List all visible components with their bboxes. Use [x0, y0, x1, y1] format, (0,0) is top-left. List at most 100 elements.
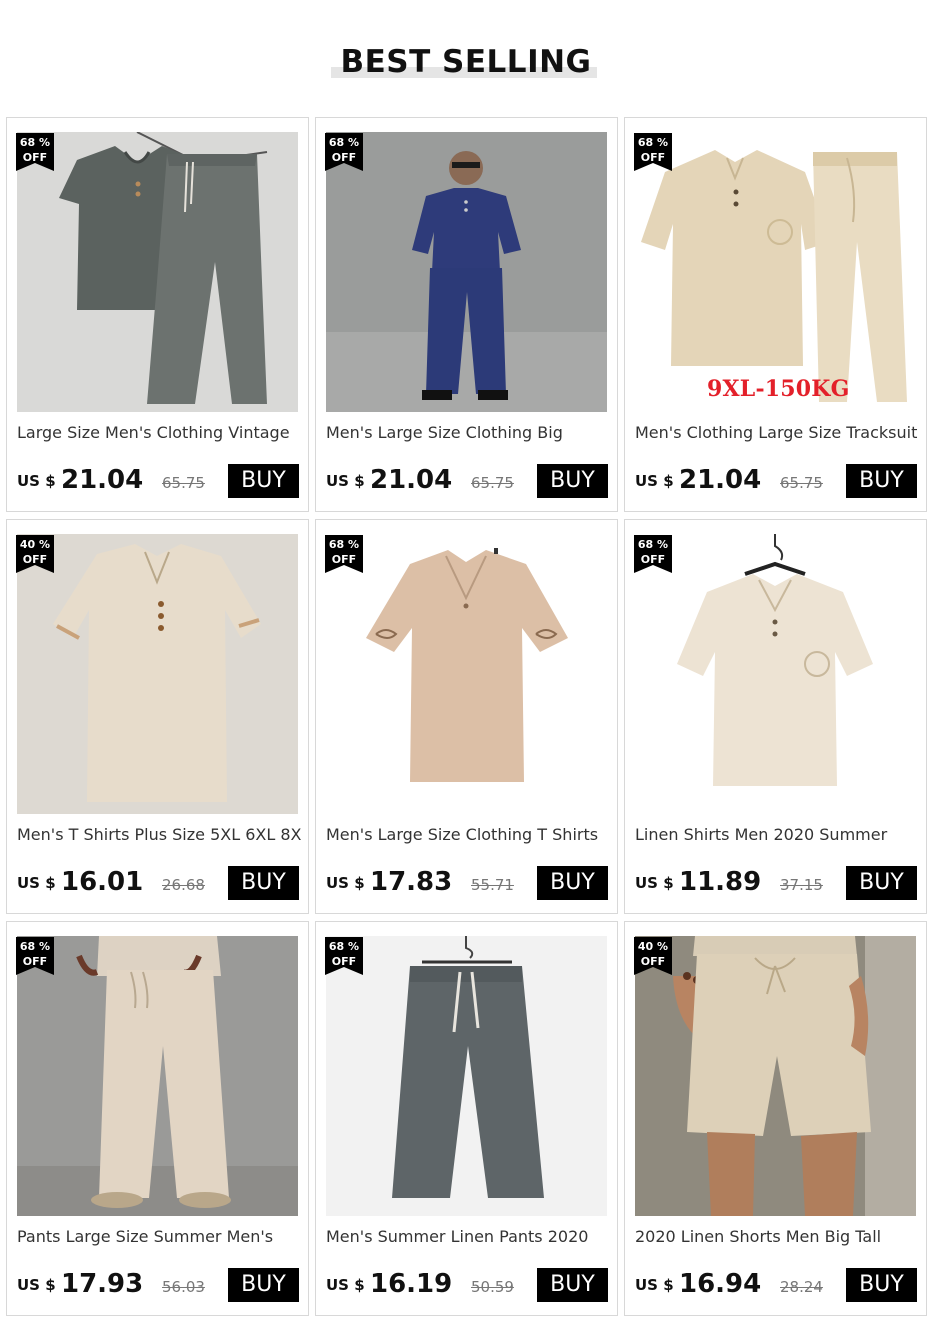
product-card[interactable]: 68 % OFF Men's Summer Linen Pants 2020 U…: [315, 921, 618, 1316]
discount-percent: 68 %: [19, 940, 51, 953]
original-price: 65.75: [471, 474, 514, 492]
discount-percent: 40 %: [637, 940, 669, 953]
product-card[interactable]: 40 % OFF Men's T Shirts Plus Size 5XL 6X…: [6, 519, 309, 914]
product-title[interactable]: Men's T Shirts Plus Size 5XL 6XL 8XL: [17, 825, 302, 844]
price-row: US $ 16.19 50.59 BUY: [326, 1266, 609, 1302]
product-card[interactable]: 68 % OFF Linen Shirts Men 2020 Summer US…: [624, 519, 927, 914]
product-image[interactable]: [326, 936, 607, 1216]
buy-button[interactable]: BUY: [537, 464, 608, 498]
discount-off-label: OFF: [331, 553, 357, 566]
discount-badge: 68 % OFF: [16, 937, 54, 975]
buy-button[interactable]: BUY: [537, 866, 608, 900]
discount-percent: 68 %: [328, 538, 360, 551]
product-card[interactable]: 68 % OFF Men's Large Size Clothing Big U…: [315, 117, 618, 512]
product-title[interactable]: Men's Large Size Clothing Big: [326, 423, 611, 442]
currency-label: US $: [635, 472, 674, 490]
discount-badge: 40 % OFF: [634, 937, 672, 975]
size-overlay-text: 9XL-150KG: [707, 376, 850, 402]
product-image[interactable]: [326, 534, 607, 814]
product-title[interactable]: Men's Large Size Clothing T Shirts: [326, 825, 611, 844]
sale-price: 16.01: [61, 867, 144, 897]
product-title[interactable]: Linen Shirts Men 2020 Summer: [635, 825, 920, 844]
original-price: 50.59: [471, 1278, 514, 1296]
price-row: US $ 21.04 65.75 BUY: [326, 462, 609, 498]
sale-price: 21.04: [679, 465, 762, 495]
price-row: US $ 16.01 26.68 BUY: [17, 864, 300, 900]
product-card[interactable]: 68 % OFF Pants Large Size Summer Men's U…: [6, 921, 309, 1316]
price-row: US $ 17.93 56.03 BUY: [17, 1266, 300, 1302]
product-title[interactable]: Men's Clothing Large Size Tracksuit: [635, 423, 920, 442]
product-title[interactable]: Pants Large Size Summer Men's: [17, 1227, 302, 1246]
product-image[interactable]: [17, 534, 298, 814]
currency-label: US $: [326, 472, 365, 490]
original-price: 26.68: [162, 876, 205, 894]
discount-off-label: OFF: [22, 955, 48, 968]
discount-badge: 68 % OFF: [16, 133, 54, 171]
discount-off-label: OFF: [331, 151, 357, 164]
discount-off-label: OFF: [22, 553, 48, 566]
discount-percent: 40 %: [19, 538, 51, 551]
price-row: US $ 17.83 55.71 BUY: [326, 864, 609, 900]
buy-button[interactable]: BUY: [846, 1268, 917, 1302]
product-title[interactable]: Men's Summer Linen Pants 2020: [326, 1227, 611, 1246]
discount-badge: 68 % OFF: [325, 535, 363, 573]
product-image[interactable]: [326, 132, 607, 412]
buy-button[interactable]: BUY: [846, 866, 917, 900]
discount-off-label: OFF: [22, 151, 48, 164]
currency-label: US $: [326, 874, 365, 892]
sale-price: 11.89: [679, 867, 762, 897]
sale-price: 17.93: [61, 1269, 144, 1299]
original-price: 55.71: [471, 876, 514, 894]
discount-badge: 68 % OFF: [325, 133, 363, 171]
price-row: US $ 21.04 65.75 BUY: [17, 462, 300, 498]
sale-price: 21.04: [370, 465, 453, 495]
product-title[interactable]: 2020 Linen Shorts Men Big Tall: [635, 1227, 920, 1246]
product-title[interactable]: Large Size Men's Clothing Vintage: [17, 423, 302, 442]
currency-label: US $: [17, 472, 56, 490]
currency-label: US $: [17, 874, 56, 892]
discount-percent: 68 %: [328, 136, 360, 149]
currency-label: US $: [635, 874, 674, 892]
buy-button[interactable]: BUY: [846, 464, 917, 498]
product-card[interactable]: 40 % OFF 2020 Linen Shorts Men Big Tall …: [624, 921, 927, 1316]
discount-badge: 40 % OFF: [16, 535, 54, 573]
original-price: 65.75: [780, 474, 823, 492]
currency-label: US $: [635, 1276, 674, 1294]
discount-percent: 68 %: [19, 136, 51, 149]
currency-label: US $: [326, 1276, 365, 1294]
discount-off-label: OFF: [640, 151, 666, 164]
section-header: BEST SELLING: [0, 40, 932, 90]
buy-button[interactable]: BUY: [228, 464, 299, 498]
price-row: US $ 11.89 37.15 BUY: [635, 864, 918, 900]
original-price: 65.75: [162, 474, 205, 492]
discount-percent: 68 %: [637, 136, 669, 149]
discount-badge: 68 % OFF: [634, 133, 672, 171]
discount-badge: 68 % OFF: [325, 937, 363, 975]
product-image[interactable]: [635, 132, 916, 412]
product-image[interactable]: [635, 936, 916, 1216]
buy-button[interactable]: BUY: [228, 1268, 299, 1302]
original-price: 37.15: [780, 876, 823, 894]
original-price: 28.24: [780, 1278, 823, 1296]
product-card[interactable]: 68 % OFF Large Size Men's Clothing Vinta…: [6, 117, 309, 512]
section-title: BEST SELLING: [340, 44, 592, 80]
discount-percent: 68 %: [328, 940, 360, 953]
discount-off-label: OFF: [640, 955, 666, 968]
discount-percent: 68 %: [637, 538, 669, 551]
price-row: US $ 21.04 65.75 BUY: [635, 462, 918, 498]
buy-button[interactable]: BUY: [537, 1268, 608, 1302]
product-image[interactable]: [635, 534, 916, 814]
product-card[interactable]: 68 % OFF Men's Large Size Clothing T Shi…: [315, 519, 618, 914]
sale-price: 21.04: [61, 465, 144, 495]
discount-off-label: OFF: [331, 955, 357, 968]
discount-off-label: OFF: [640, 553, 666, 566]
buy-button[interactable]: BUY: [228, 866, 299, 900]
price-row: US $ 16.94 28.24 BUY: [635, 1266, 918, 1302]
product-image[interactable]: [17, 936, 298, 1216]
product-image[interactable]: [17, 132, 298, 412]
original-price: 56.03: [162, 1278, 205, 1296]
sale-price: 16.19: [370, 1269, 453, 1299]
currency-label: US $: [17, 1276, 56, 1294]
sale-price: 16.94: [679, 1269, 762, 1299]
product-card[interactable]: 9XL-150KG 68 % OFF Men's Clothing Large …: [624, 117, 927, 512]
